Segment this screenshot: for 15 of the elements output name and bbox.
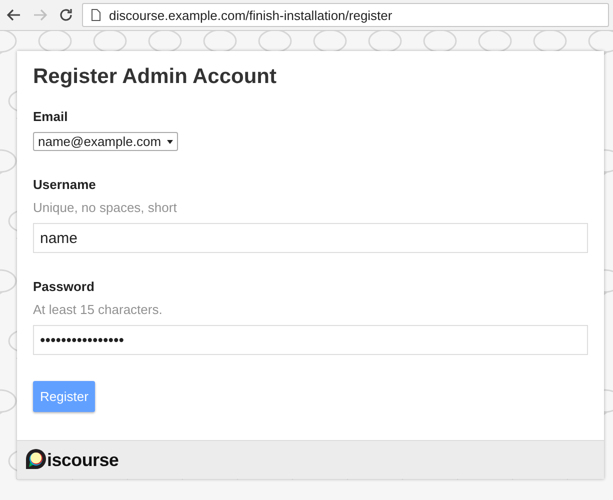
field-hint: Unique, no spaces, short bbox=[33, 200, 177, 215]
url-text: discourse.example.com/finish-installation/register bbox=[109, 8, 392, 22]
page-title: Register Admin Account bbox=[33, 65, 278, 89]
logo-text: iscourse bbox=[47, 450, 119, 470]
input-field[interactable]: •••••••••••••••• bbox=[33, 325, 588, 355]
email-dropdown[interactable]: name@example.com bbox=[33, 132, 178, 151]
field-label: Username bbox=[33, 177, 96, 192]
caret-icon bbox=[167, 140, 174, 144]
field-label: Email bbox=[33, 109, 68, 124]
input-field[interactable]: name bbox=[33, 223, 588, 253]
field-hint: At least 15 characters. bbox=[33, 302, 162, 317]
logo-icon bbox=[25, 448, 47, 472]
field-label: Password bbox=[33, 279, 94, 294]
address-bar[interactable]: discourse.example.com/finish-installation/register bbox=[82, 3, 609, 27]
page-icon bbox=[91, 9, 101, 21]
